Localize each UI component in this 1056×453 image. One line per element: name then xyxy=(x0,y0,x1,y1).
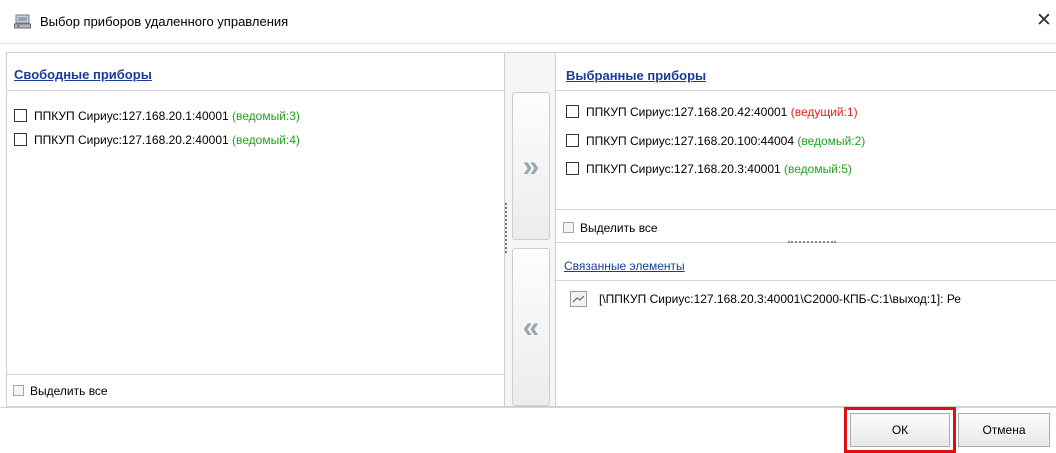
free-device-label: ППКУП Сириус:127.168.20.1:40001 xyxy=(34,109,229,123)
free-device-role: (ведомый:4) xyxy=(232,133,300,147)
selected-select-all[interactable]: Выделить все xyxy=(563,221,658,235)
selected-device-checkbox[interactable] xyxy=(566,134,579,147)
linked-elements-header: Связанные элементы xyxy=(556,243,1056,281)
linked-elements-title[interactable]: Связанные элементы xyxy=(564,259,685,273)
ok-button[interactable]: ОК xyxy=(850,413,950,447)
selected-devices-panel: Выбранные приборы ППКУП Сириус:127.168.2… xyxy=(555,52,1056,407)
free-select-all[interactable]: Выделить все xyxy=(13,384,108,398)
move-right-button[interactable]: » xyxy=(512,92,550,240)
selected-device-label: ППКУП Сириус:127.168.20.100:44004 xyxy=(586,134,795,148)
title-bar: Выбор приборов удаленного управления ✕ xyxy=(0,0,1056,44)
transfer-column: » « xyxy=(505,52,555,407)
selected-select-all-checkbox[interactable] xyxy=(563,222,574,233)
free-devices-panel: Свободные приборы ППКУП Сириус:127.168.2… xyxy=(6,52,505,407)
free-device-checkbox[interactable] xyxy=(14,133,27,146)
selected-device-label: ППКУП Сириус:127.168.20.42:40001 xyxy=(586,105,788,119)
free-devices-footer: Выделить все xyxy=(7,374,504,406)
selected-device-checkbox[interactable] xyxy=(566,105,579,118)
selected-devices-title[interactable]: Выбранные приборы xyxy=(566,68,706,83)
output-signal-icon xyxy=(570,291,587,307)
close-button[interactable]: ✕ xyxy=(1036,4,1056,40)
splitter-grip[interactable] xyxy=(505,203,508,253)
free-device-role: (ведомый:3) xyxy=(232,109,300,123)
move-left-button[interactable]: « xyxy=(512,248,550,406)
free-select-all-label: Выделить все xyxy=(30,384,108,398)
selected-device-role: (ведущий:1) xyxy=(790,105,858,119)
selected-device-role: (ведомый:2) xyxy=(797,134,866,148)
selected-devices-footer: Выделить все xyxy=(556,209,1056,243)
free-devices-title[interactable]: Свободные приборы xyxy=(14,67,152,82)
selected-device-checkbox[interactable] xyxy=(566,162,579,175)
free-devices-header: Свободные приборы xyxy=(7,53,504,91)
free-device-item[interactable]: ППКУП Сириус:127.168.20.2:40001 (ведомый… xyxy=(14,131,300,149)
cancel-button[interactable]: Отмена xyxy=(958,413,1050,447)
selected-device-item[interactable]: ППКУП Сириус:127.168.20.100:44004 (ведом… xyxy=(566,132,865,150)
selected-devices-header: Выбранные приборы xyxy=(556,53,1056,91)
linked-element-label: [\ППКУП Сириус:127.168.20.3:40001\С2000-… xyxy=(599,292,961,306)
devices-window-icon xyxy=(14,14,31,29)
linked-element-item[interactable]: [\ППКУП Сириус:127.168.20.3:40001\С2000-… xyxy=(570,291,961,307)
selected-device-label: ППКУП Сириус:127.168.20.3:40001 xyxy=(586,162,781,176)
free-device-item[interactable]: ППКУП Сириус:127.168.20.1:40001 (ведомый… xyxy=(14,107,300,125)
free-device-label: ППКУП Сириус:127.168.20.2:40001 xyxy=(34,133,229,147)
selected-device-item[interactable]: ППКУП Сириус:127.168.20.42:40001 (ведущи… xyxy=(566,103,858,121)
window-title: Выбор приборов удаленного управления xyxy=(40,14,289,29)
selected-device-role: (ведомый:5) xyxy=(784,162,852,176)
free-select-all-checkbox[interactable] xyxy=(13,385,24,396)
selected-device-item[interactable]: ППКУП Сириус:127.168.20.3:40001 (ведомый… xyxy=(566,160,852,178)
free-device-checkbox[interactable] xyxy=(14,109,27,122)
selected-select-all-label: Выделить все xyxy=(580,221,658,235)
